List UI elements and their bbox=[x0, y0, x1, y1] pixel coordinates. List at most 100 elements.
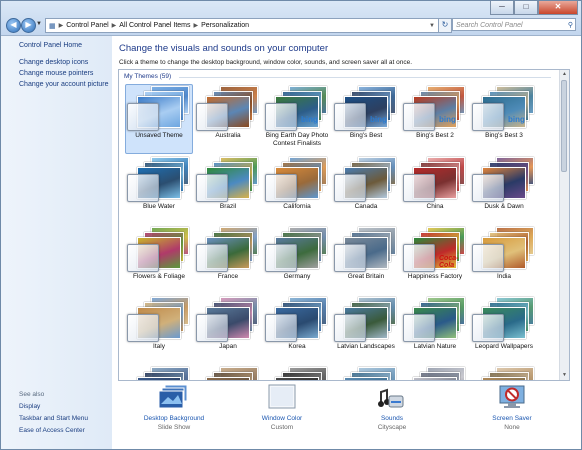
my-themes-group-header[interactable]: My Themes (59) bbox=[124, 73, 171, 80]
window-glass-icon bbox=[472, 103, 504, 131]
theme-item[interactable]: Latvian Landscapes bbox=[334, 297, 398, 361]
theme-label: Brazil bbox=[219, 203, 237, 210]
taskbar-start-menu-link[interactable]: Taskbar and Start Menu bbox=[19, 415, 88, 422]
close-button[interactable]: ✕ bbox=[538, 1, 578, 15]
theme-item[interactable]: bing Bing's Best bbox=[334, 86, 398, 150]
theme-item[interactable]: Italy bbox=[127, 297, 191, 361]
breadcrumb-all-items[interactable]: All Control Panel Items bbox=[116, 22, 193, 29]
back-button[interactable]: ◀ bbox=[6, 18, 21, 33]
theme-label: Bing's Best 3 bbox=[485, 132, 523, 139]
theme-preview-icon bbox=[482, 367, 534, 380]
scroll-down-icon[interactable]: ▼ bbox=[560, 371, 569, 380]
theme-preview-icon bbox=[344, 367, 396, 380]
sounds-icon[interactable] bbox=[377, 384, 407, 410]
theme-preview-icon bbox=[413, 367, 465, 380]
theme-item[interactable]: Japan bbox=[196, 297, 260, 361]
theme-label: California bbox=[283, 203, 311, 210]
theme-item[interactable]: California bbox=[265, 157, 329, 221]
theme-item[interactable]: bing Bing's Best 2 bbox=[403, 86, 467, 150]
screen-saver-icon[interactable] bbox=[497, 384, 527, 410]
theme-item[interactable] bbox=[265, 367, 329, 380]
theme-item[interactable]: Brazil bbox=[196, 157, 260, 221]
scroll-up-icon[interactable]: ▲ bbox=[560, 70, 569, 79]
setting-name-link[interactable]: Sounds bbox=[342, 415, 442, 422]
theme-item[interactable]: Blue Water bbox=[127, 157, 191, 221]
refresh-button[interactable]: ↻ bbox=[438, 18, 452, 33]
theme-label: Latvian Landscapes bbox=[337, 343, 395, 350]
window-glass-icon bbox=[403, 103, 435, 131]
theme-item[interactable]: bing Bing Earth Day Photo Contest Finalis… bbox=[265, 86, 329, 150]
setting-name-link[interactable]: Screen Saver bbox=[462, 415, 562, 422]
window-glass-icon bbox=[127, 103, 159, 131]
theme-item[interactable] bbox=[196, 367, 260, 380]
scroll-thumb[interactable] bbox=[561, 80, 567, 172]
window-glass-icon bbox=[265, 174, 297, 202]
breadcrumb-personalization[interactable]: Personalization bbox=[198, 22, 252, 29]
window-glass-icon bbox=[265, 314, 297, 342]
setting-value: None bbox=[504, 424, 520, 431]
theme-item[interactable] bbox=[334, 367, 398, 380]
theme-preview-icon bbox=[275, 367, 327, 380]
personalization-window: ─ □ ✕ ◀ ▶ ▼ ▦ ▶ Control Panel ▶ All Cont… bbox=[0, 0, 582, 450]
window-controls: ─ □ ✕ bbox=[490, 1, 578, 15]
themes-list[interactable]: My Themes (59) ▲ ▼ Unsaved Theme Australi… bbox=[118, 69, 570, 381]
wallpaper-thumbnail bbox=[482, 377, 526, 380]
search-icon[interactable]: ⚲ bbox=[568, 19, 573, 32]
theme-label: Canada bbox=[354, 203, 378, 210]
display-link[interactable]: Display bbox=[19, 403, 88, 410]
forward-button[interactable]: ▶ bbox=[21, 18, 36, 33]
theme-item[interactable]: India bbox=[472, 227, 536, 291]
sounds-button[interactable]: Sounds Cityscape bbox=[342, 384, 442, 431]
theme-item[interactable]: Flowers & Foliage bbox=[127, 227, 191, 291]
theme-item[interactable]: Latvian Nature bbox=[403, 297, 467, 361]
change-account-picture-link[interactable]: Change your account picture bbox=[19, 81, 109, 88]
maximize-button[interactable]: □ bbox=[514, 1, 538, 15]
setting-name-link[interactable]: Desktop Background bbox=[124, 415, 224, 422]
theme-item[interactable]: China bbox=[403, 157, 467, 221]
control-panel-home-link[interactable]: Control Panel Home bbox=[19, 42, 82, 49]
theme-item[interactable]: Unsaved Theme bbox=[125, 84, 193, 154]
theme-label: France bbox=[217, 273, 239, 280]
minimize-button[interactable]: ─ bbox=[490, 1, 514, 15]
theme-item[interactable]: Great Britain bbox=[334, 227, 398, 291]
theme-item[interactable]: Australia bbox=[196, 86, 260, 150]
window-color-button[interactable]: Window Color Custom bbox=[232, 384, 332, 431]
desktop-background-icon[interactable] bbox=[158, 384, 189, 410]
theme-item[interactable] bbox=[472, 367, 536, 380]
theme-item[interactable]: Leopard Wallpapers bbox=[472, 297, 536, 361]
theme-item[interactable]: bing Bing's Best 3 bbox=[472, 86, 536, 150]
group-divider bbox=[179, 77, 551, 78]
window-glass-icon bbox=[127, 174, 159, 202]
wallpaper-thumbnail bbox=[206, 377, 250, 380]
change-mouse-pointers-link[interactable]: Change mouse pointers bbox=[19, 70, 109, 77]
bing-logo: bing bbox=[508, 115, 525, 124]
theme-item[interactable] bbox=[127, 367, 191, 380]
theme-item[interactable]: France bbox=[196, 227, 260, 291]
theme-item[interactable]: Dusk & Dawn bbox=[472, 157, 536, 221]
page-subtitle: Click a theme to change the desktop back… bbox=[119, 59, 413, 66]
sidebar: Control Panel Home Change desktop icons … bbox=[1, 36, 112, 449]
setting-value: Cityscape bbox=[377, 424, 407, 431]
theme-item[interactable]: Coca-Cola Happiness Factory bbox=[403, 227, 467, 291]
breadcrumb-control-panel[interactable]: Control Panel bbox=[63, 22, 111, 29]
change-desktop-icons-link[interactable]: Change desktop icons bbox=[19, 59, 109, 66]
theme-label: China bbox=[426, 203, 444, 210]
window-color-icon[interactable] bbox=[267, 384, 297, 410]
theme-item[interactable] bbox=[403, 367, 467, 380]
ease-of-access-link[interactable]: Ease of Access Center bbox=[19, 427, 88, 434]
theme-label: Dusk & Dawn bbox=[484, 203, 524, 210]
theme-item[interactable]: Germany bbox=[265, 227, 329, 291]
address-dropdown-icon[interactable]: ▼ bbox=[429, 23, 435, 29]
screen-saver-button[interactable]: Screen Saver None bbox=[462, 384, 562, 431]
wallpaper-thumbnail bbox=[275, 377, 319, 380]
themes-scrollbar[interactable]: ▲ ▼ bbox=[559, 70, 569, 380]
recent-pages-icon[interactable]: ▼ bbox=[36, 21, 42, 27]
theme-item[interactable]: Canada bbox=[334, 157, 398, 221]
theme-item[interactable]: Korea bbox=[265, 297, 329, 361]
search-input[interactable]: Search Control Panel ⚲ bbox=[452, 18, 576, 31]
setting-name-link[interactable]: Window Color bbox=[232, 415, 332, 422]
window-glass-icon bbox=[334, 103, 366, 131]
theme-label: Great Britain bbox=[347, 273, 385, 280]
address-bar[interactable]: ▦ ▶ Control Panel ▶ All Control Panel It… bbox=[45, 18, 439, 33]
desktop-background-button[interactable]: Desktop Background Slide Show bbox=[124, 384, 224, 431]
